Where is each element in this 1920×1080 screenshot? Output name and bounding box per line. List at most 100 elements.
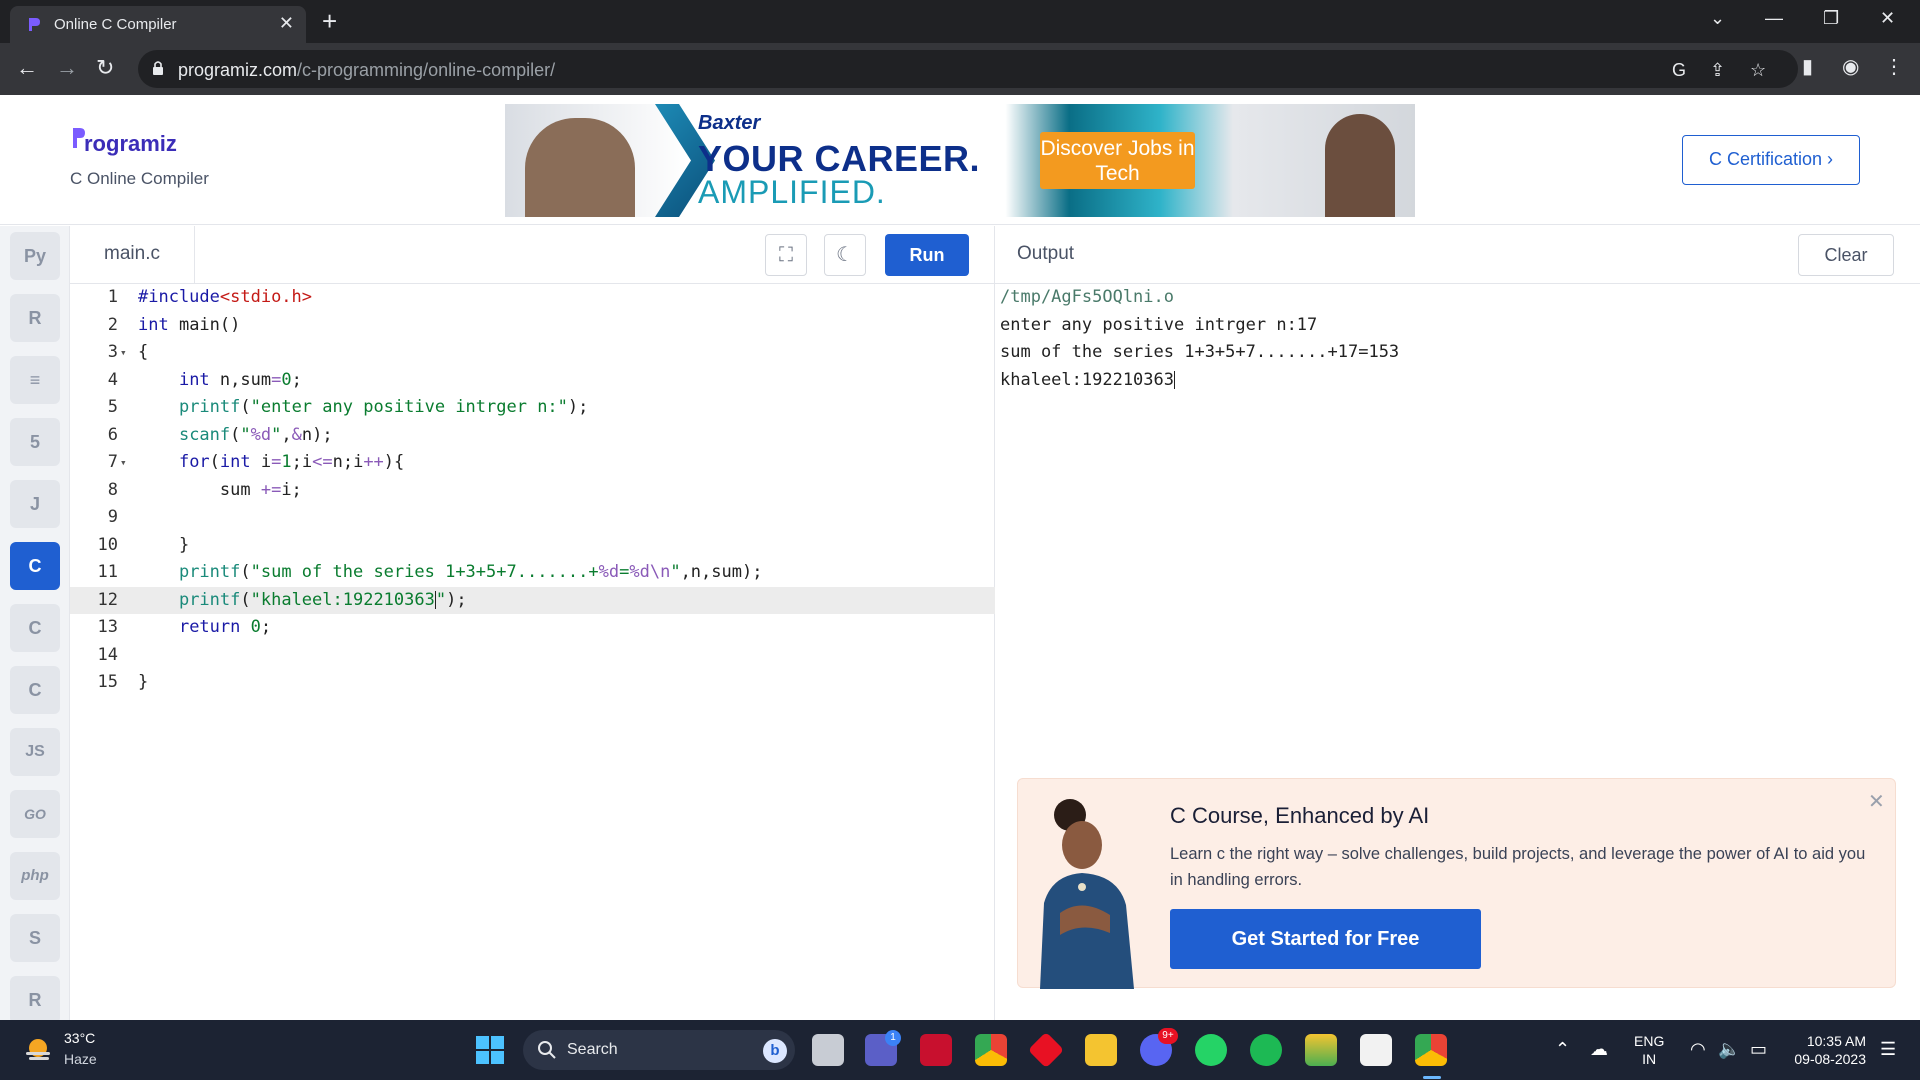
tab-search-chevron-icon[interactable]: ⌄ <box>1710 8 1725 29</box>
bookmark-star-icon[interactable]: ☆ <box>1750 60 1766 81</box>
html-icon[interactable]: 5 <box>10 418 60 466</box>
url-text: programiz.com/c-programming/online-compi… <box>178 60 555 81</box>
volume-muted-icon[interactable]: 🔈 <box>1718 1039 1740 1060</box>
input-language-top: ENG <box>1634 1033 1665 1049</box>
banner-cta-button[interactable]: Discover Jobs in Tech <box>1040 132 1195 189</box>
code-line-active[interactable]: 12 printf("khaleel:192210363"); <box>70 586 995 614</box>
clock[interactable]: 10:35 AM 09-08-2023 <box>1786 1032 1866 1068</box>
code-line[interactable]: 9 <box>70 504 995 532</box>
line-number: 4 <box>107 369 118 390</box>
java-icon[interactable]: J <box>10 480 60 528</box>
share-icon[interactable]: ⇪ <box>1710 60 1725 81</box>
fullscreen-icon[interactable]: ⛶ <box>765 234 807 276</box>
javascript-icon[interactable]: JS <box>10 728 60 776</box>
logo-text[interactable]: rogramiz <box>84 131 177 157</box>
reload-icon[interactable]: ↻ <box>96 55 114 81</box>
php-icon[interactable]: php <box>10 852 60 900</box>
battery-icon[interactable]: ▭ <box>1750 1039 1767 1060</box>
fold-arrow-icon[interactable]: ▾ <box>120 339 127 367</box>
back-icon[interactable]: ← <box>16 55 38 81</box>
fold-arrow-icon[interactable]: ▾ <box>120 449 127 477</box>
bluestacks-icon[interactable] <box>1305 1034 1337 1066</box>
get-started-button[interactable]: Get Started for Free <box>1170 909 1481 969</box>
input-language[interactable]: ENG IN <box>1634 1032 1664 1068</box>
r-icon[interactable]: R <box>10 294 60 342</box>
code-text: printf("enter any positive intrger n:"); <box>178 397 589 417</box>
task-view-icon[interactable] <box>812 1034 844 1066</box>
notifications-icon[interactable]: ☰ <box>1880 1039 1896 1060</box>
code-line[interactable]: 14 <box>70 642 995 670</box>
code-line[interactable]: 10 } <box>70 532 995 560</box>
code-line[interactable]: 3 ▾ { <box>70 339 995 367</box>
chrome-icon[interactable] <box>975 1034 1007 1066</box>
new-tab-icon[interactable]: + <box>322 6 337 36</box>
code-line[interactable]: 15} <box>70 669 995 697</box>
code-line[interactable]: 4 int n,sum=0; <box>70 367 995 395</box>
wifi-icon[interactable]: ◠ <box>1690 1039 1706 1060</box>
whatsapp-icon[interactable] <box>1195 1034 1227 1066</box>
ad-banner[interactable]: Baxter YOUR CAREER. AMPLIFIED. Discover … <box>505 104 1415 217</box>
output-header: Output Clear <box>995 226 1920 284</box>
run-button[interactable]: Run <box>885 234 969 276</box>
code-area[interactable]: 1 #include<stdio.h> 2 int main() 3 ▾{ 4 int… <box>70 284 995 1020</box>
csharp-icon[interactable]: C <box>10 666 60 714</box>
swift-icon[interactable]: S <box>10 914 60 962</box>
bing-icon[interactable]: b <box>763 1039 787 1063</box>
code-text: printf("khaleel:192210363"); <box>178 589 467 610</box>
mcafee-icon[interactable] <box>920 1034 952 1066</box>
side-panel-icon[interactable]: ▮ <box>1802 54 1813 79</box>
output-line-text: khaleel:192210363 <box>1000 369 1174 390</box>
close-window-icon[interactable]: ✕ <box>1880 8 1895 29</box>
code-line[interactable]: 2 int main() <box>70 312 995 340</box>
code-text: scanf("%d",&n); <box>178 424 333 445</box>
c-certification-button[interactable]: C Certification › <box>1682 135 1860 185</box>
go-icon[interactable]: GO <box>10 790 60 838</box>
forward-icon[interactable]: → <box>56 55 78 81</box>
tab-close-icon[interactable]: ✕ <box>279 13 294 34</box>
programiz-favicon-icon <box>29 18 40 31</box>
code-line[interactable]: 11 printf("sum of the series 1+3+5+7....… <box>70 559 995 587</box>
snipping-tool-icon[interactable] <box>1360 1034 1392 1066</box>
c-icon[interactable]: C <box>10 542 60 590</box>
file-explorer-icon[interactable] <box>1085 1034 1117 1066</box>
menu-kebab-icon[interactable]: ⋮ <box>1884 54 1904 79</box>
output-line-last: khaleel:192210363 <box>1000 367 1399 395</box>
code-line[interactable]: 6 scanf("%d",&n); <box>70 422 995 450</box>
code-text: for(int i=1;i<=n;i++){ <box>178 452 405 472</box>
code-line[interactable]: 5 printf("enter any positive intrger n:"… <box>70 394 995 422</box>
output-console[interactable]: /tmp/AgFs5OQlni.o enter any positive int… <box>1000 284 1399 394</box>
restore-icon[interactable]: ❐ <box>1823 8 1839 29</box>
chrome-active-icon[interactable] <box>1415 1034 1447 1066</box>
sql-icon[interactable]: ≡ <box>10 356 60 404</box>
file-tab-main-c[interactable]: main.c <box>70 226 195 284</box>
input-language-bottom: IN <box>1642 1051 1657 1067</box>
tray-overflow-chevron-icon[interactable]: ⌃ <box>1555 1039 1570 1060</box>
code-line[interactable]: 8 sum +=i; <box>70 477 995 505</box>
banner-brand: Baxter <box>698 112 761 134</box>
clear-button[interactable]: Clear <box>1798 234 1894 276</box>
code-line[interactable]: 7 ▾ for(int i=1;i<=n;i++){ <box>70 449 995 477</box>
banner-person-image <box>1325 114 1395 217</box>
browser-tab[interactable]: Online C Compiler ✕ <box>10 6 306 43</box>
rust-icon[interactable]: R <box>10 976 60 1024</box>
promo-close-icon[interactable]: ✕ <box>1868 789 1885 814</box>
weather-temperature: 33°C <box>64 1030 96 1046</box>
line-number: 1 <box>107 287 118 307</box>
code-line[interactable]: 13 return 0; <box>70 614 995 642</box>
weather-haze-icon[interactable] <box>22 1034 54 1066</box>
code-line[interactable]: 1 #include<stdio.h> <box>70 284 995 312</box>
lock-icon <box>153 61 163 75</box>
cpp-icon[interactable]: C <box>10 604 60 652</box>
address-bar[interactable]: programiz.com/c-programming/online-compi… <box>138 50 1798 88</box>
windows-start-icon[interactable] <box>476 1036 504 1064</box>
promo-card: C Course, Enhanced by AI Learn c the rig… <box>1017 778 1896 989</box>
spotify-icon[interactable] <box>1250 1034 1282 1066</box>
anydesk-icon[interactable] <box>1027 1031 1065 1069</box>
profile-avatar-icon[interactable]: ◉ <box>1842 54 1859 79</box>
taskbar-search-box[interactable]: Search b <box>523 1030 795 1070</box>
minimize-icon[interactable]: — <box>1765 8 1783 29</box>
dark-mode-moon-icon[interactable]: ☾ <box>824 234 866 276</box>
python-icon[interactable]: Py <box>10 232 60 280</box>
onedrive-icon[interactable]: ☁ <box>1590 1039 1608 1060</box>
google-icon[interactable]: G <box>1672 60 1686 81</box>
